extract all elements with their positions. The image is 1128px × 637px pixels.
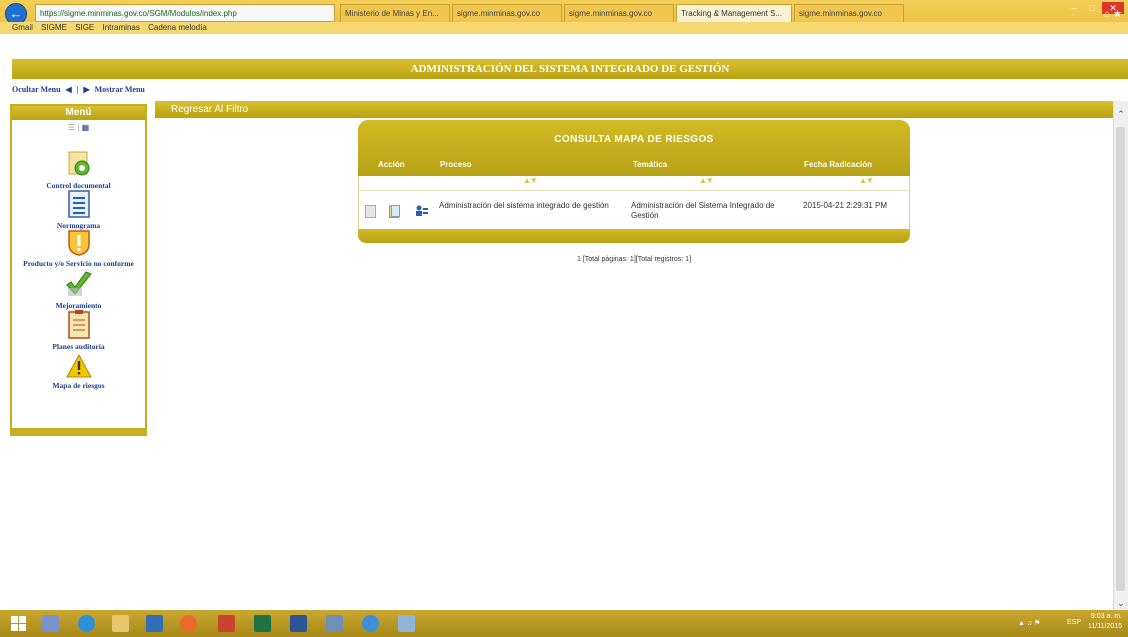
language-indicator[interactable]: ESP [1067,619,1081,626]
app-icon[interactable] [398,615,415,632]
browser-tab[interactable]: Ministerio de Minas y En... [340,4,450,22]
sidebar-title: Menú [12,106,145,120]
browser-tab-active[interactable]: Tracking & Management S... [676,4,792,22]
chrome-icon[interactable] [362,615,379,632]
sidebar-item-mejoramiento[interactable]: Mejoramiento [12,270,145,310]
column-header-fecha: Fecha Radicación [804,160,873,169]
windows-taskbar: ▲ ♫ ⚑ ESP 9:03 a. m. 11/11/2015 [0,610,1128,637]
sidebar-item-planes-auditoria[interactable]: Planes auditoría [12,309,145,351]
sort-arrows-icon[interactable]: ▲▼ [523,176,538,185]
cell-proceso: Administración del sistema integrado de … [439,201,609,210]
back-to-filter-link[interactable]: Regresar Al Filtro [171,104,248,115]
checkmark-icon [65,271,92,296]
app-header: ADMINISTRACIÓN DEL SISTEMA INTEGRADO DE … [12,59,1128,79]
column-header-tematica: Temática [633,160,668,169]
app-icon[interactable] [326,615,343,632]
favorite-link[interactable]: SIGME [41,23,67,32]
firefox-icon[interactable] [180,615,197,632]
users-icon[interactable] [415,205,428,218]
cell-tematica: Administración del Sistema Integrado de … [631,201,775,220]
clock[interactable]: 9:03 a. m. 11/11/2015 [1088,612,1122,632]
sidebar-item-mapa-de-riesgos[interactable]: Mapa de riesgos [12,353,145,390]
separator: | [76,85,79,94]
list-document-icon [67,190,90,218]
powerpoint-icon[interactable] [218,615,235,632]
grid-view-icon[interactable]: ▦ [82,123,90,132]
sidebar-item-control-documental[interactable]: Control documental [12,150,145,190]
scroll-up-icon[interactable]: ⌃ [1114,107,1128,121]
clock-date: 11/11/2015 [1088,623,1122,630]
windows-start-icon[interactable] [10,615,27,632]
sort-arrows-icon[interactable]: ▲▼ [859,176,874,185]
warning-shield-icon [67,230,90,256]
favorites-bar: Gmail SIGME SIGE Intraminas Cadena melod… [0,22,1128,34]
clipboard-icon [67,310,90,339]
list-view-icon[interactable]: ☰ [68,123,75,132]
search-icon[interactable] [42,615,59,632]
browser-tab[interactable]: sigme.minminas.gov.co [564,4,674,22]
tray-icons[interactable]: ▲ ♫ ⚑ [1018,619,1040,627]
view-document-icon[interactable] [365,205,376,218]
sidebar-item-normograma[interactable]: Normograma [12,190,145,230]
hide-menu-link[interactable]: Ocultar Menu [12,85,61,94]
browser-tab[interactable]: sigme.minminas.gov.co [452,4,562,22]
main-bar: Regresar Al Filtro [155,101,1115,118]
maximize-icon[interactable]: □ [1084,2,1100,14]
vertical-scrollbar[interactable]: ⌃ ⌄ [1113,101,1128,610]
sidebar: Menú ☰ | ▦ Control documental Normograma… [10,104,147,436]
scroll-thumb[interactable] [1116,127,1125,591]
sidebar-footer [12,428,145,434]
warning-triangle-icon [65,353,92,378]
show-menu-link[interactable]: Mostrar Menu [95,85,145,94]
cell-fecha: 2015-04-21 2:29:31 PM [803,201,888,210]
document-gear-icon [68,151,89,176]
panel-header: CONSULTA MAPA DE RIESGOS Acción Proceso … [358,120,910,176]
pagination: 1 [Total páginas: 1][Total registros: 1] [358,256,910,263]
menu-toggle-links: Ocultar Menu ◀ | ▶ Mostrar Menu [12,85,148,94]
store-icon[interactable] [146,615,163,632]
panel-footer [358,229,910,243]
home-star-icons[interactable]: ⌂ ★ [1104,9,1122,20]
minimize-icon[interactable]: – [1066,2,1082,14]
favorite-link[interactable]: Gmail [12,23,33,32]
excel-icon[interactable] [254,615,271,632]
favorite-link[interactable]: Cadena melodía [148,23,207,32]
sidebar-item-label: Producto y/o Servicio no conforme [23,259,134,268]
address-bar[interactable]: https://sigme.minminas.gov.co/SGM/Modulo… [35,4,335,22]
risk-map-panel: CONSULTA MAPA DE RIESGOS Acción Proceso … [358,120,910,246]
sidebar-item-label: Planes auditoría [52,342,105,351]
pager-totals: [Total páginas: 1][Total registros: 1] [582,256,692,263]
hide-menu-icon[interactable]: ◀ [66,85,72,94]
column-header-accion: Acción [378,160,405,169]
sidebar-item-producto-no-conforme[interactable]: Producto y/o Servicio no conforme [12,228,145,268]
browser-tab[interactable]: sigme.minminas.gov.co [794,4,904,22]
internet-explorer-icon[interactable] [78,615,95,632]
favorite-link[interactable]: SIGE [75,23,94,32]
sort-arrows-icon[interactable]: ▲▼ [699,176,714,185]
column-header-proceso: Proceso [440,160,472,169]
clock-time: 9:03 a. m. [1090,613,1122,620]
favorite-link[interactable]: Intraminas [103,23,140,32]
sidebar-toggle[interactable]: ☰ | ▦ [12,120,145,136]
panel-title: CONSULTA MAPA DE RIESGOS [554,134,714,145]
folder-icon[interactable] [389,205,400,218]
file-explorer-icon[interactable] [112,615,129,632]
browser-tabs: Ministerio de Minas y En... sigme.minmin… [340,4,906,22]
sidebar-item-label: Control documental [46,181,111,190]
table-row: Administración del sistema integrado de … [358,190,910,229]
show-menu-icon[interactable]: ▶ [83,85,89,94]
sort-row: ▲▼ ▲▼ ▲▼ [358,176,910,190]
scroll-down-icon[interactable]: ⌄ [1114,596,1128,610]
sidebar-item-label: Mapa de riesgos [52,381,105,390]
word-icon[interactable] [290,615,307,632]
page-link[interactable]: 1 [577,256,581,263]
